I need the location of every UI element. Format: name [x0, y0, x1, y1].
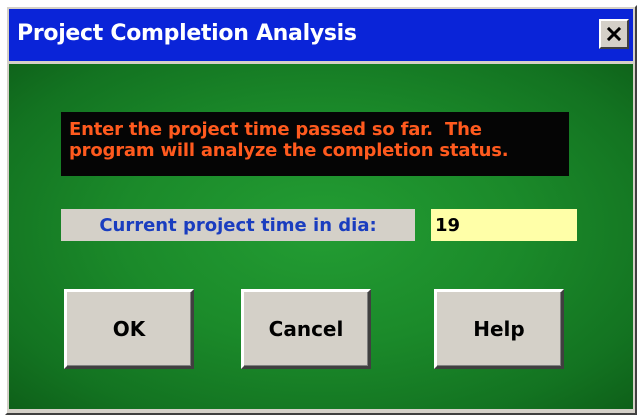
instruction-line-2: program will analyze the completion stat… — [69, 140, 509, 161]
cancel-button[interactable]: Cancel — [241, 289, 371, 369]
instruction-message: Enter the project time passed so far. Th… — [61, 112, 569, 176]
instruction-line-1: Enter the project time passed so far. Th… — [69, 119, 482, 140]
title-bar[interactable]: Project Completion Analysis — [9, 9, 633, 61]
close-button[interactable] — [599, 19, 629, 49]
project-time-label: Current project time in dia: — [61, 209, 415, 241]
dialog-window: Project Completion Analysis Enter the pr… — [5, 5, 637, 415]
ok-button[interactable]: OK — [64, 289, 194, 369]
close-icon — [606, 26, 622, 42]
dialog-body: Enter the project time passed so far. Th… — [9, 64, 633, 409]
project-time-input[interactable] — [431, 209, 577, 241]
window-title: Project Completion Analysis — [17, 21, 357, 46]
help-button[interactable]: Help — [434, 289, 564, 369]
